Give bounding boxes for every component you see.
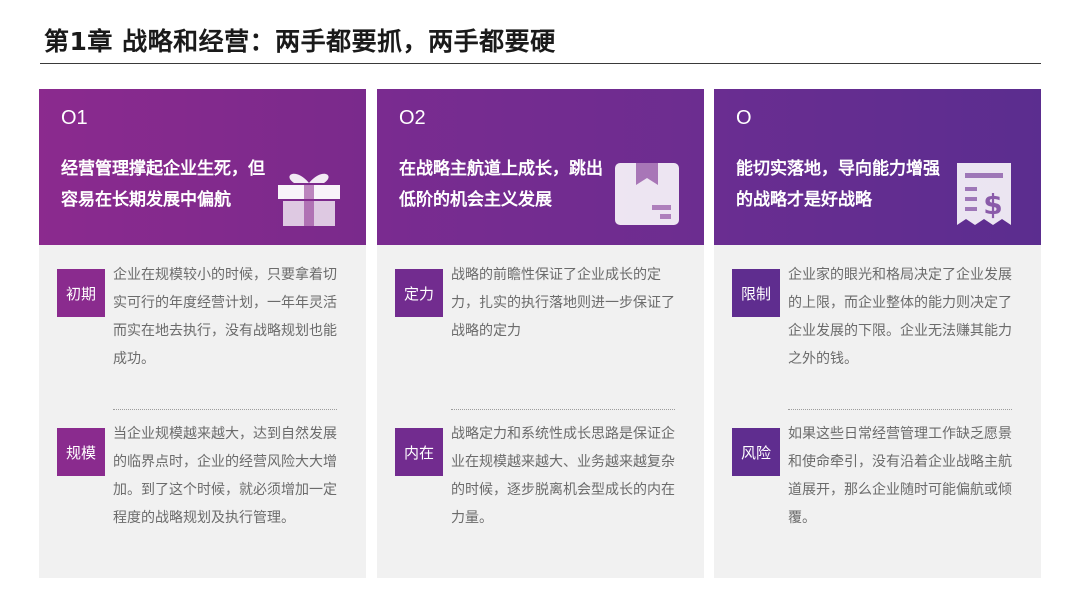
section-tag: 内在 [395, 428, 443, 476]
section-text: 企业在规模较小的时候，只要拿着切实可行的年度经营计划，一年年灵活而实在地去执行，… [113, 267, 337, 367]
svg-text:$: $ [983, 188, 1002, 221]
card-headline: 在战略主航道上成长，跳出低阶的机会主义发展 [399, 159, 603, 210]
card-number: O2 [399, 107, 426, 129]
card-header: O1 经营管理撑起企业生死，但容易在长期发展中偏航 [39, 89, 366, 245]
card-3: O 能切实落地，导向能力增强的战略才是好战略 $ 限制 企业家的眼光和格局决定了… [714, 89, 1041, 578]
dotted-divider [113, 409, 337, 410]
section-text: 战略定力和系统性成长思路是保证企业在规模越来越大、业务越来越复杂的时候，逐步脱离… [451, 426, 675, 526]
section-text: 当企业规模越来越大，达到自然发展的临界点时，企业的经营风险大大增加。到了这个时候… [113, 426, 337, 526]
title-divider [40, 63, 1041, 64]
section-tag: 限制 [732, 269, 780, 317]
section-text: 如果这些日常经营管理工作缺乏愿景和使命牵引，没有沿着企业战略主航道展开，那么企业… [788, 426, 1012, 526]
section-text: 企业家的眼光和格局决定了企业发展的上限，而企业整体的能力则决定了企业发展的下限。… [788, 267, 1012, 367]
card-2: O2 在战略主航道上成长，跳出低阶的机会主义发展 定力 战略的前瞻性保证了企业成… [377, 89, 704, 578]
section-tag: 规模 [57, 428, 105, 476]
dollar-receipt-icon: $ [957, 163, 1011, 225]
section-tag: 风险 [732, 428, 780, 476]
card-header: O2 在战略主航道上成长，跳出低阶的机会主义发展 [377, 89, 704, 245]
gift-icon [278, 173, 340, 226]
section-tag: 初期 [57, 269, 105, 317]
card-headline: 能切实落地，导向能力增强的战略才是好战略 [736, 159, 940, 210]
package-icon [615, 163, 679, 225]
page-title: 第1章 战略和经营：两手都要抓，两手都要硬 [44, 27, 556, 56]
card-1: O1 经营管理撑起企业生死，但容易在长期发展中偏航 初期 企业在规模较小的时候，… [39, 89, 366, 578]
section-tag: 定力 [395, 269, 443, 317]
card-number: O [736, 107, 752, 129]
card-number: O1 [61, 107, 88, 129]
dotted-divider [788, 409, 1012, 410]
dotted-divider [451, 409, 675, 410]
card-headline: 经营管理撑起企业生死，但容易在长期发展中偏航 [61, 159, 265, 210]
card-header: O 能切实落地，导向能力增强的战略才是好战略 $ [714, 89, 1041, 245]
section-text: 战略的前瞻性保证了企业成长的定力，扎实的执行落地则进一步保证了战略的定力 [451, 267, 675, 339]
